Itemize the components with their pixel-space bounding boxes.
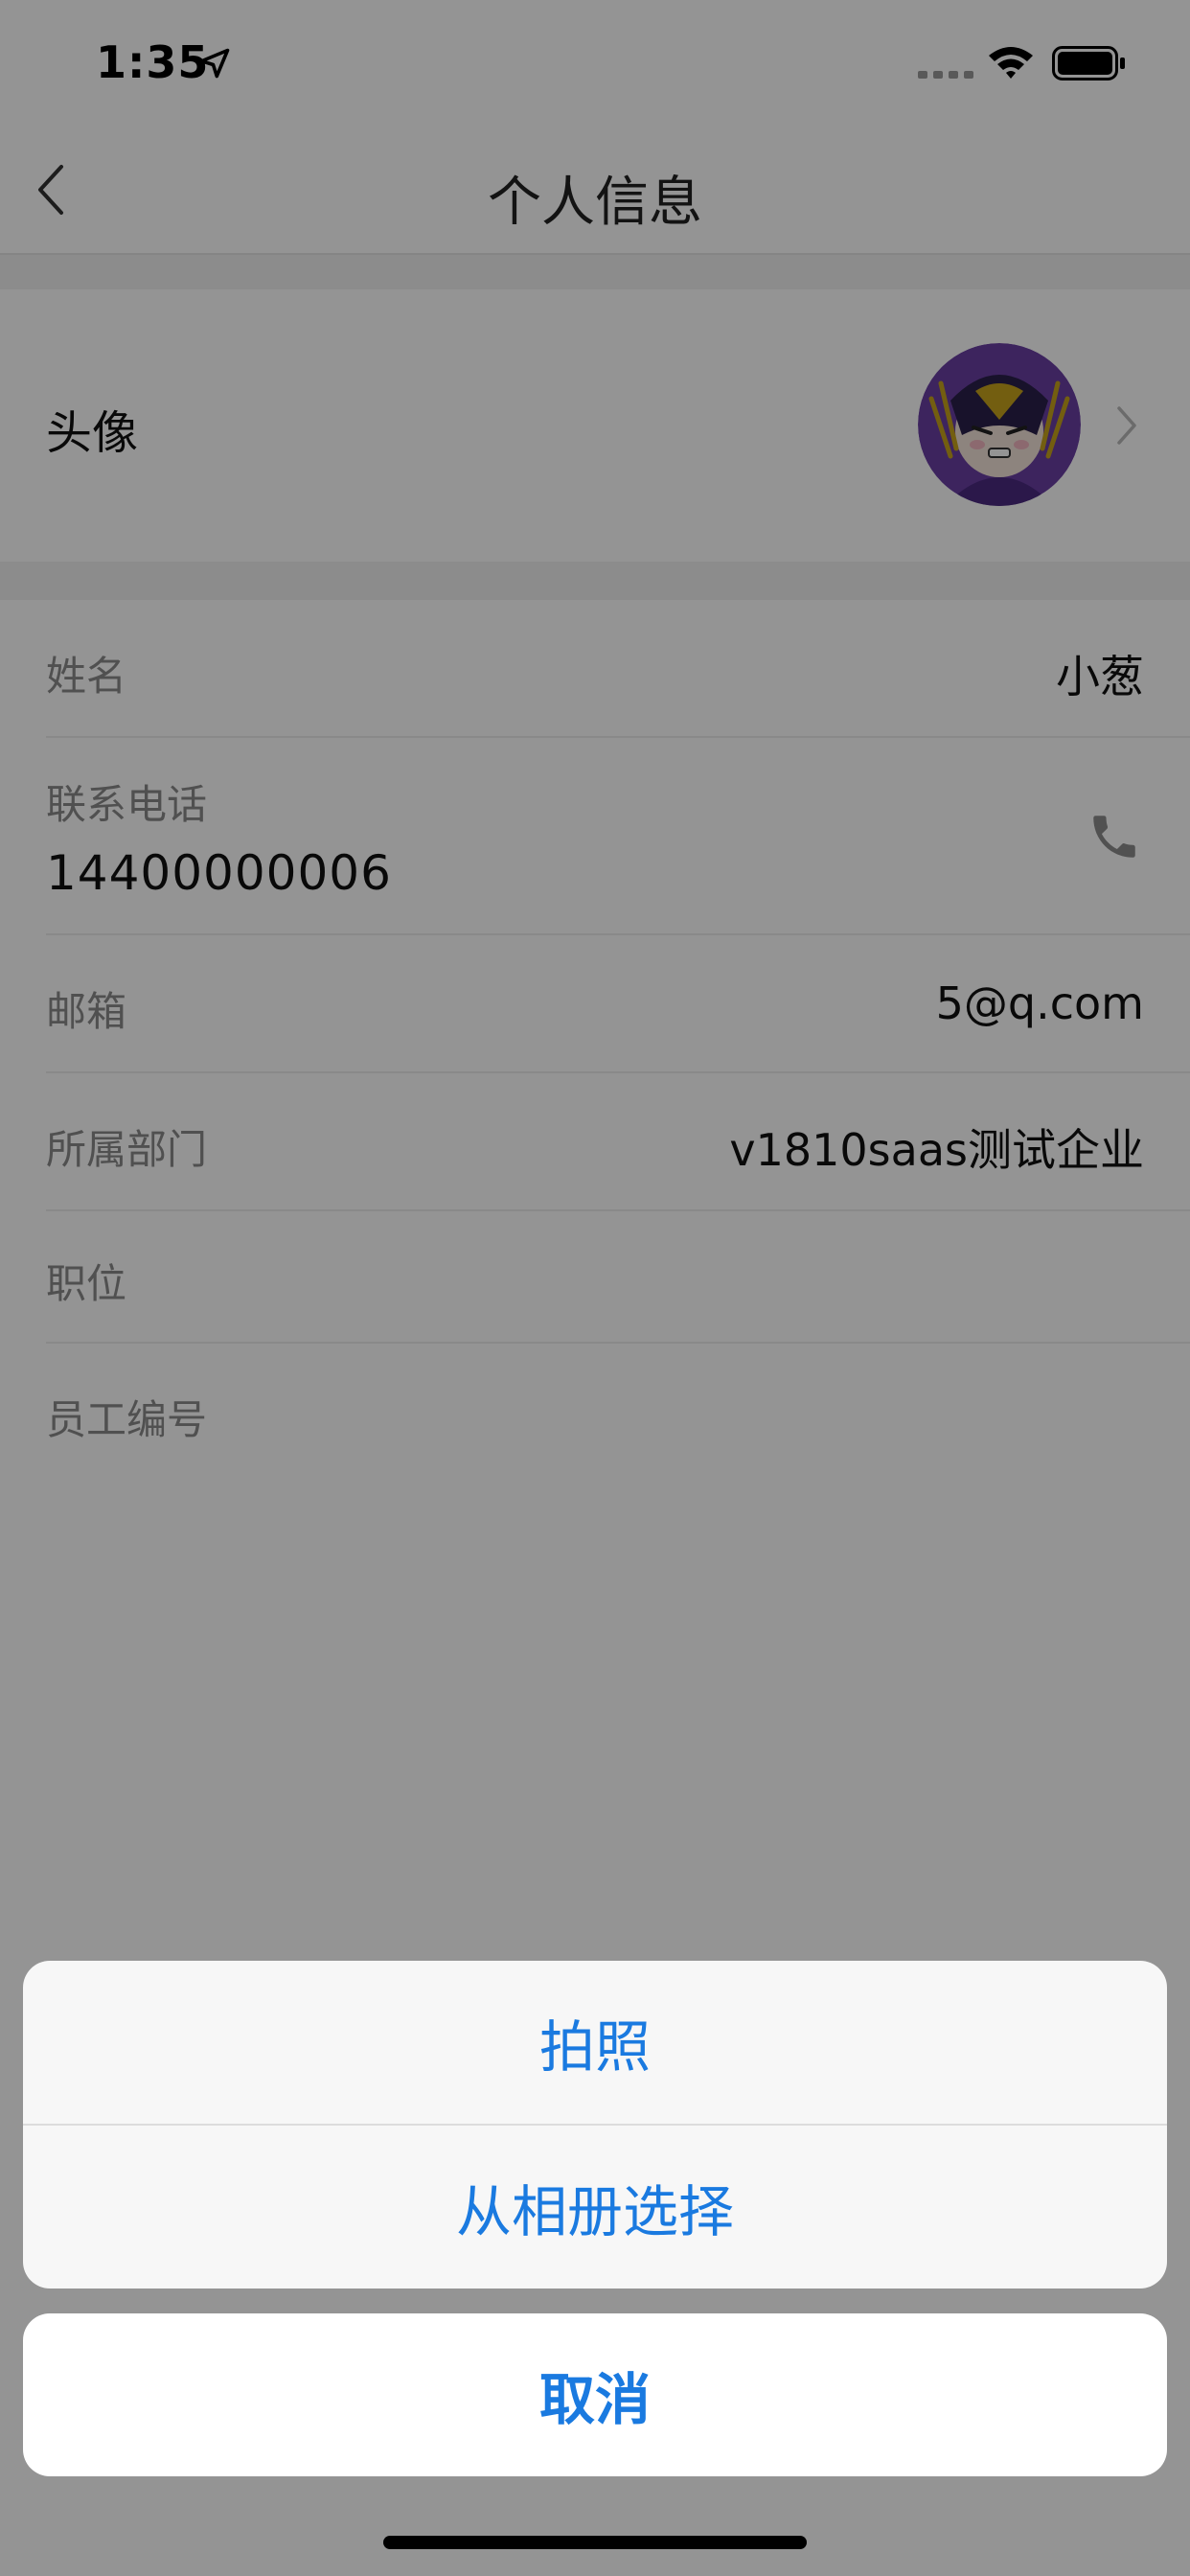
cancel-button[interactable]: 取消 [23, 2313, 1167, 2476]
take-photo-button[interactable]: 拍照 [23, 1961, 1167, 2124]
home-indicator [383, 2536, 807, 2549]
choose-from-album-button[interactable]: 从相册选择 [23, 2126, 1167, 2288]
action-sheet: 拍照 从相册选择 [23, 1961, 1167, 2288]
